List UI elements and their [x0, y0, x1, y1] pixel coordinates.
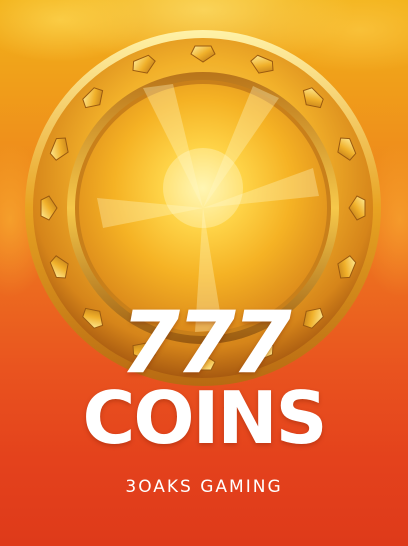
game-tile[interactable]: 777 COINS 3OAKS GAMING	[0, 0, 408, 546]
game-title-word: COINS	[82, 376, 328, 460]
studio-name: 3OAKS GAMING	[125, 477, 283, 497]
game-title-number: 777	[120, 293, 292, 393]
